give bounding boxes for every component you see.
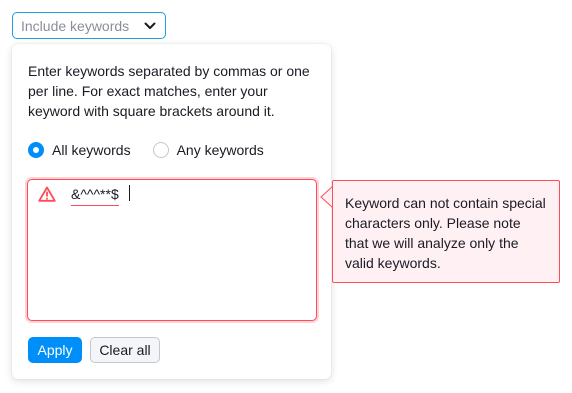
keywords-filter: Include keywords Enter keywords separate… (0, 0, 572, 393)
error-tooltip: Keyword can not contain special characte… (332, 180, 560, 283)
invalid-keyword-token[interactable]: &^^^**$ (71, 185, 119, 206)
radio-any-keywords-label: Any keywords (176, 142, 264, 158)
radio-all-keywords[interactable]: All keywords (28, 142, 131, 158)
warning-icon (38, 186, 56, 202)
include-keywords-label: Include keywords (21, 17, 130, 34)
chevron-down-icon (143, 19, 157, 33)
radio-unchecked-icon[interactable] (152, 142, 169, 158)
text-caret (129, 185, 130, 201)
clear-all-button[interactable]: Clear all (90, 337, 160, 363)
keywords-help-text: Enter keywords separated by commas or on… (28, 63, 310, 119)
include-keywords-dropdown[interactable]: Include keywords (12, 12, 166, 39)
radio-all-keywords-label: All keywords (52, 142, 131, 158)
keywords-textarea[interactable]: &^^^**$ (27, 179, 317, 321)
error-tooltip-text: Keyword can not contain special characte… (345, 195, 546, 271)
radio-checked-icon[interactable] (28, 142, 44, 158)
radio-any-keywords[interactable]: Any keywords (152, 142, 264, 158)
apply-button[interactable]: Apply (28, 337, 82, 363)
match-mode-radio-group: All keywords Any keywords (28, 140, 286, 160)
keywords-dropdown-panel: Enter keywords separated by commas or on… (12, 44, 331, 379)
